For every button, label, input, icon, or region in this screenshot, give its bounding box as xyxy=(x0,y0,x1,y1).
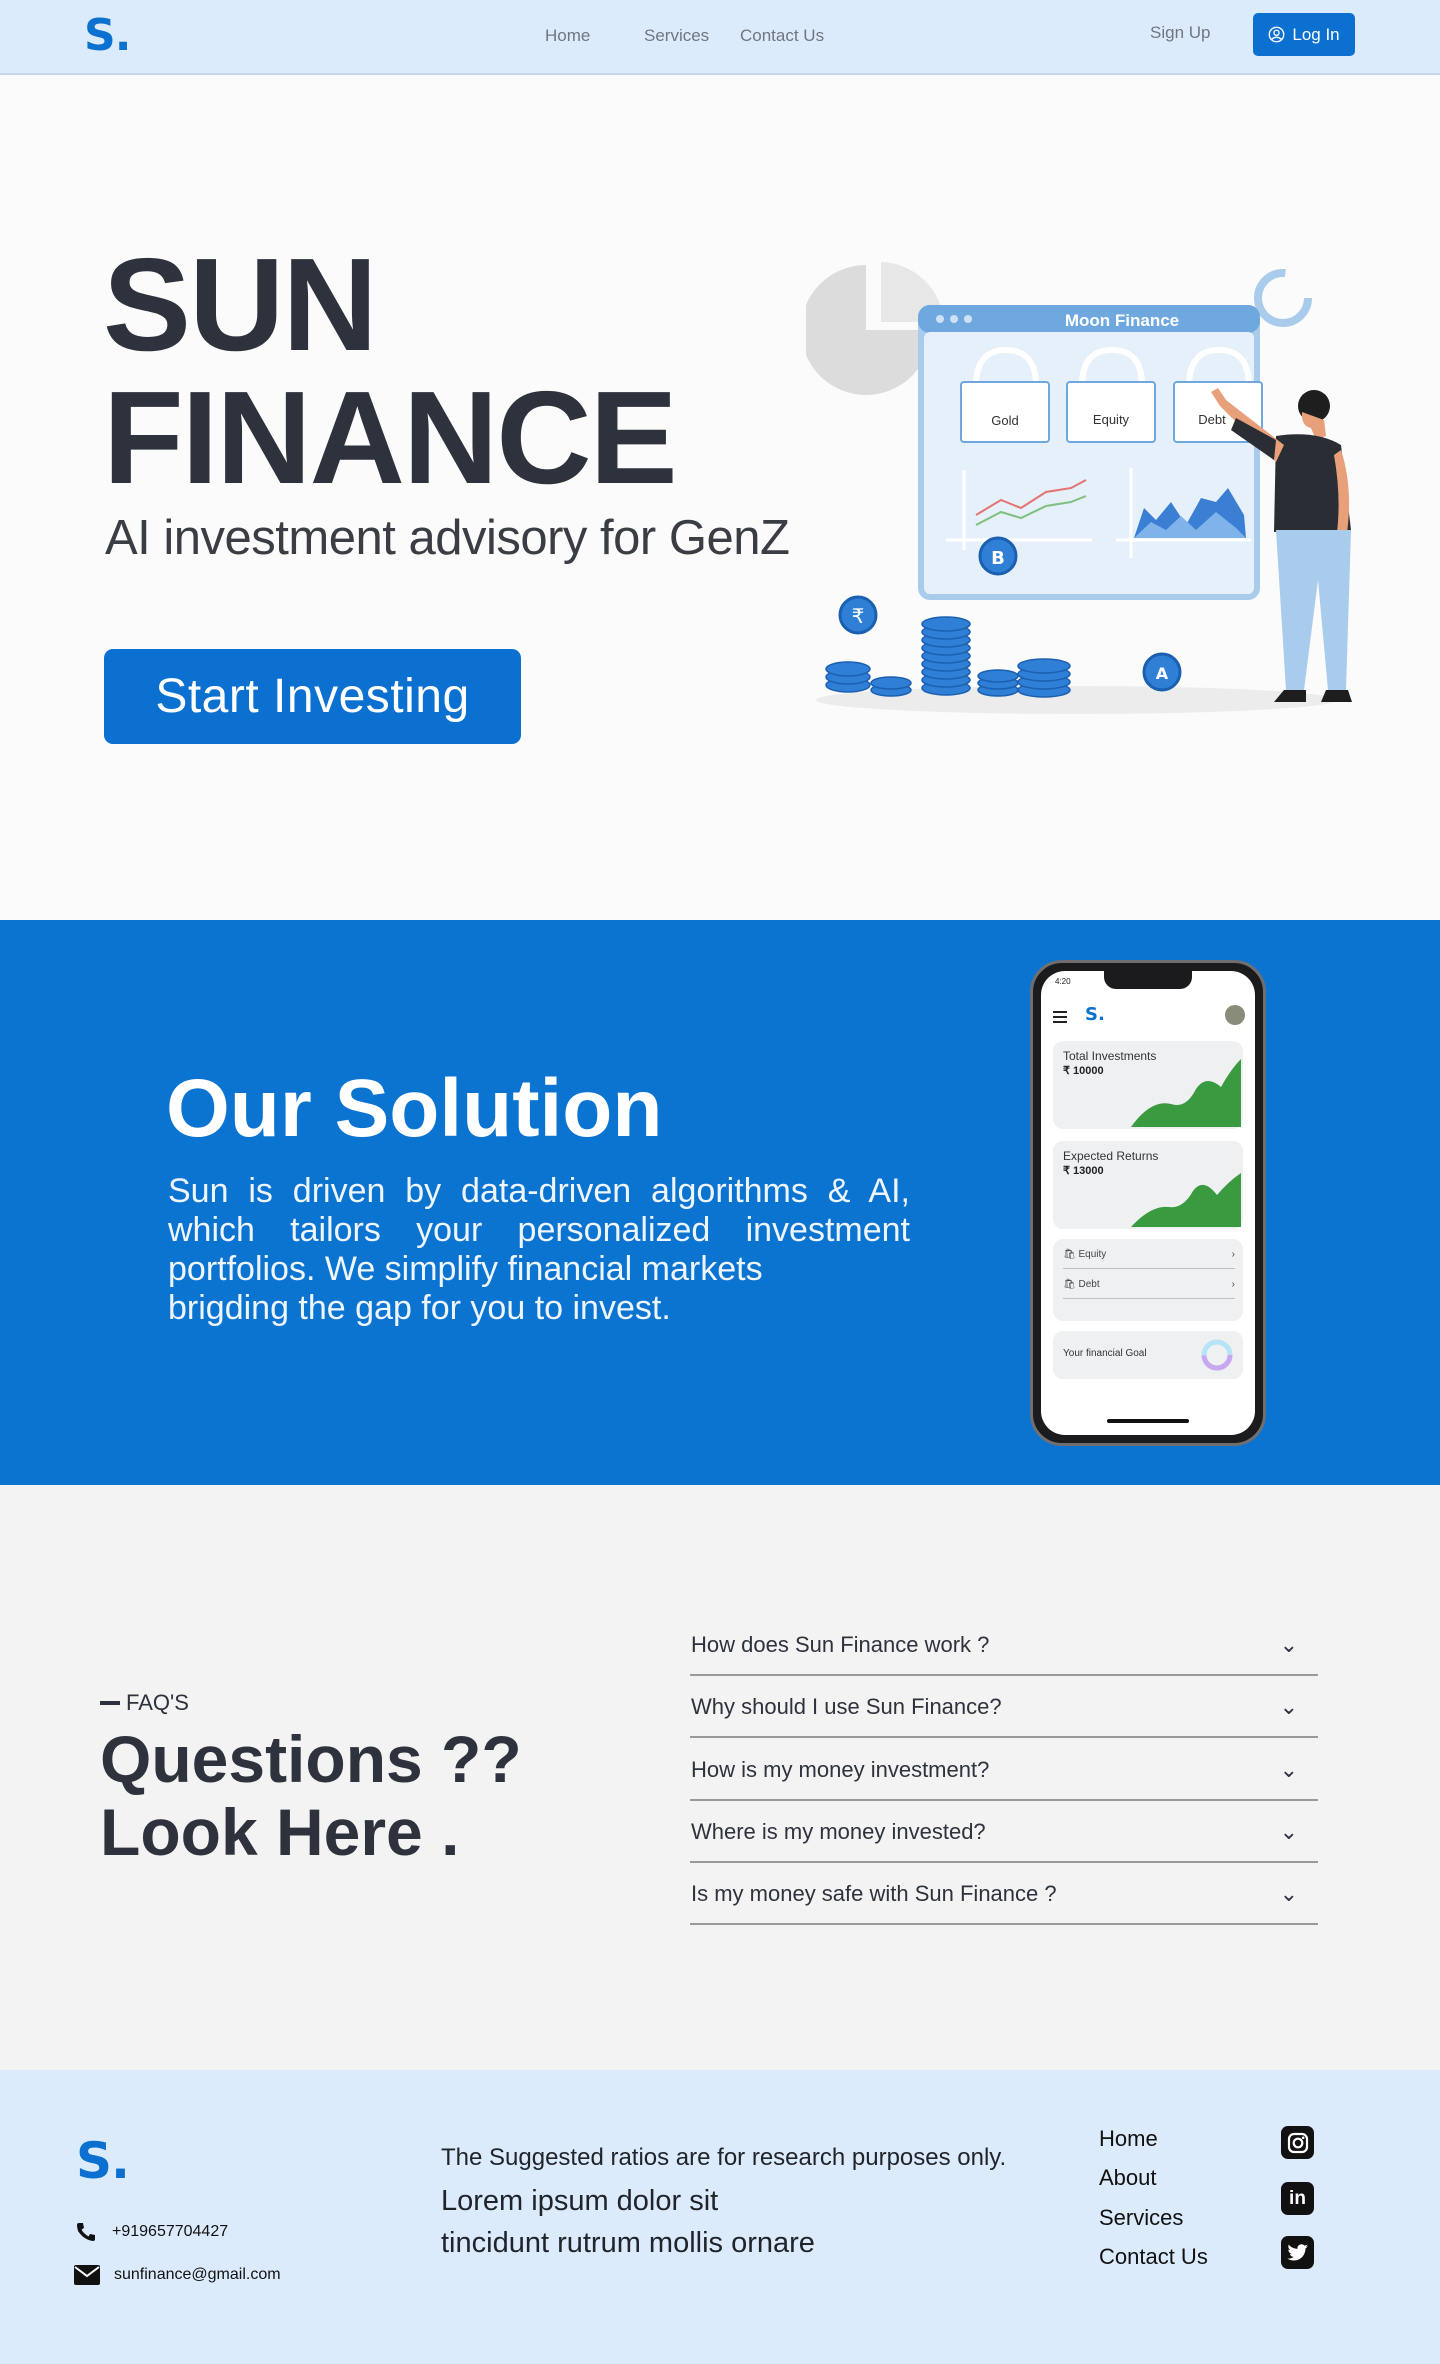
faq-question: How is my money investment? xyxy=(691,1757,990,1782)
hero-illustration: Moon Finance Gold Equity Debt ₹ B A xyxy=(806,262,1352,714)
footer-lorem: Lorem ipsum dolor sit tincidunt rutrum m… xyxy=(441,2180,815,2264)
solution-title: Our Solution xyxy=(166,1063,663,1154)
faq-question: Why should I use Sun Finance? xyxy=(691,1694,1002,1719)
solution-description: Sun is driven by data-driven algorithms … xyxy=(168,1172,910,1328)
phone-time: 4:20 xyxy=(1055,977,1071,986)
phone-logo: S. xyxy=(1085,1004,1105,1025)
footer-disclaimer: The Suggested ratios are for research pu… xyxy=(441,2144,1007,2171)
nav-link-contact[interactable]: Contact Us xyxy=(740,26,824,46)
hero-title-line1: SUN xyxy=(103,231,378,378)
faq-question: How does Sun Finance work ? xyxy=(691,1632,990,1657)
signup-link[interactable]: Sign Up xyxy=(1150,23,1210,43)
faq-item[interactable]: How is my money investment? ⌄ xyxy=(690,1741,1318,1801)
faq-question: Where is my money invested? xyxy=(691,1819,986,1844)
hamburger-menu-icon xyxy=(1053,1011,1067,1023)
faq-heading-line2: Look Here . xyxy=(100,1795,460,1869)
chevron-down-icon: ⌄ xyxy=(1279,1694,1298,1719)
faq-question: Is my money safe with Sun Finance ? xyxy=(691,1881,1057,1906)
solution-line: Sun is driven by data-driven algorithms … xyxy=(168,1172,910,1210)
financial-goal-label: Your financial Goal xyxy=(1063,1348,1147,1359)
growth-chart-icon xyxy=(1131,1059,1241,1127)
linkedin-icon[interactable]: in xyxy=(1281,2182,1314,2215)
footer-link-services[interactable]: Services xyxy=(1099,2205,1183,2231)
expected-returns-label: Expected Returns xyxy=(1063,1149,1159,1163)
phone-icon xyxy=(77,2223,95,2241)
avatar xyxy=(1225,1005,1245,1025)
brand-logo[interactable]: S. xyxy=(84,14,131,58)
top-navbar: S. Home Services Contact Us Sign Up Log … xyxy=(0,0,1440,75)
nav-link-services[interactable]: Services xyxy=(644,26,709,46)
nav-link-home[interactable]: Home xyxy=(545,26,590,46)
hero-title: SUN FINANCE xyxy=(103,231,678,511)
login-button[interactable]: Log In xyxy=(1253,13,1355,56)
bag-label-debt: Debt xyxy=(1198,412,1226,427)
total-investments-card: Total Investments ₹ 10000 xyxy=(1053,1041,1243,1129)
start-investing-button[interactable]: Start Investing xyxy=(104,649,521,744)
faq-heading-line1: Questions ?? xyxy=(100,1722,522,1796)
faq-tag-label: FAQ'S xyxy=(126,1690,189,1715)
bag-icon: 🛍 xyxy=(1063,1279,1076,1290)
footer: S. +919657704427 sunfinance@gmail.com Th… xyxy=(0,2070,1440,2364)
faq-section: FAQ'S Questions ?? Look Here . How does … xyxy=(0,1485,1440,2070)
solution-line: portfolios. We simplify financial market… xyxy=(168,1250,763,1288)
faq-item[interactable]: Where is my money invested? ⌄ xyxy=(690,1803,1318,1863)
chevron-down-icon: ⌄ xyxy=(1279,1632,1298,1657)
bag-icon: 🛍 xyxy=(1063,1249,1076,1260)
chevron-down-icon: ⌄ xyxy=(1279,1819,1298,1844)
solution-section: Our Solution Sun is driven by data-drive… xyxy=(0,920,1440,1485)
goal-ring-icon xyxy=(1201,1339,1233,1371)
footer-email-address: sunfinance@gmail.com xyxy=(114,2266,281,2283)
footer-logo[interactable]: S. xyxy=(76,2136,130,2186)
footer-lorem-line2: tincidunt rutrum mollis ornare xyxy=(441,2227,815,2259)
login-label: Log In xyxy=(1292,24,1340,44)
footer-phone-number: +919657704427 xyxy=(112,2223,229,2240)
mail-icon xyxy=(74,2265,100,2285)
footer-email[interactable]: sunfinance@gmail.com xyxy=(74,2265,281,2285)
bag-label-equity: Equity xyxy=(1093,412,1130,427)
faq-item[interactable]: How does Sun Finance work ? ⌄ xyxy=(690,1616,1318,1676)
footer-lorem-line1: Lorem ipsum dolor sit xyxy=(441,2185,719,2217)
solution-line: brigding the gap for you to invest. xyxy=(168,1289,671,1327)
chevron-right-icon: › xyxy=(1231,1279,1235,1290)
footer-link-about[interactable]: About xyxy=(1099,2165,1157,2191)
phone-mockup: 4:20 S. Total Investments ₹ 10000 Expect… xyxy=(1030,960,1266,1446)
faq-heading: Questions ?? Look Here . xyxy=(100,1723,522,1869)
phone-screen: 4:20 S. Total Investments ₹ 10000 Expect… xyxy=(1041,971,1255,1435)
svg-text:B: B xyxy=(991,548,1005,569)
chevron-right-icon: › xyxy=(1231,1249,1235,1260)
hero-title-line2: FINANCE xyxy=(103,364,678,511)
growth-chart-icon xyxy=(1131,1173,1241,1227)
total-investments-value: ₹ 10000 xyxy=(1063,1065,1104,1077)
footer-phone[interactable]: +919657704427 xyxy=(74,2220,228,2244)
hero-subtitle: AI investment advisory for GenZ xyxy=(105,511,790,565)
portfolio-row-debt[interactable]: 🛍 Debt › xyxy=(1063,1271,1235,1299)
instagram-icon[interactable] xyxy=(1281,2126,1314,2159)
svg-text:₹: ₹ xyxy=(852,604,865,628)
portfolio-row-equity[interactable]: 🛍 Equity › xyxy=(1063,1241,1235,1269)
portfolio-row-label: Equity xyxy=(1078,1249,1107,1260)
chevron-down-icon: ⌄ xyxy=(1279,1881,1298,1906)
illustration-window-title: Moon Finance xyxy=(1065,311,1179,330)
chevron-down-icon: ⌄ xyxy=(1279,1757,1298,1782)
faq-tag: FAQ'S xyxy=(100,1690,189,1716)
expected-returns-value: ₹ 13000 xyxy=(1063,1165,1104,1177)
progress-ring-icon xyxy=(1254,269,1312,327)
portfolio-row-label: Debt xyxy=(1078,1279,1100,1290)
twitter-icon[interactable] xyxy=(1281,2236,1314,2269)
solution-line: which tailors your personalized investme… xyxy=(168,1211,910,1249)
footer-link-contact[interactable]: Contact Us xyxy=(1099,2244,1208,2270)
bag-label-gold: Gold xyxy=(991,413,1018,428)
svg-text:A: A xyxy=(1156,664,1169,683)
faq-item[interactable]: Is my money safe with Sun Finance ? ⌄ xyxy=(690,1865,1318,1925)
user-circle-icon xyxy=(1268,26,1285,43)
expected-returns-card: Expected Returns ₹ 13000 xyxy=(1053,1141,1243,1229)
financial-goal-card[interactable]: Your financial Goal xyxy=(1053,1331,1243,1379)
faq-item[interactable]: Why should I use Sun Finance? ⌄ xyxy=(690,1678,1318,1738)
footer-link-home[interactable]: Home xyxy=(1099,2126,1158,2152)
